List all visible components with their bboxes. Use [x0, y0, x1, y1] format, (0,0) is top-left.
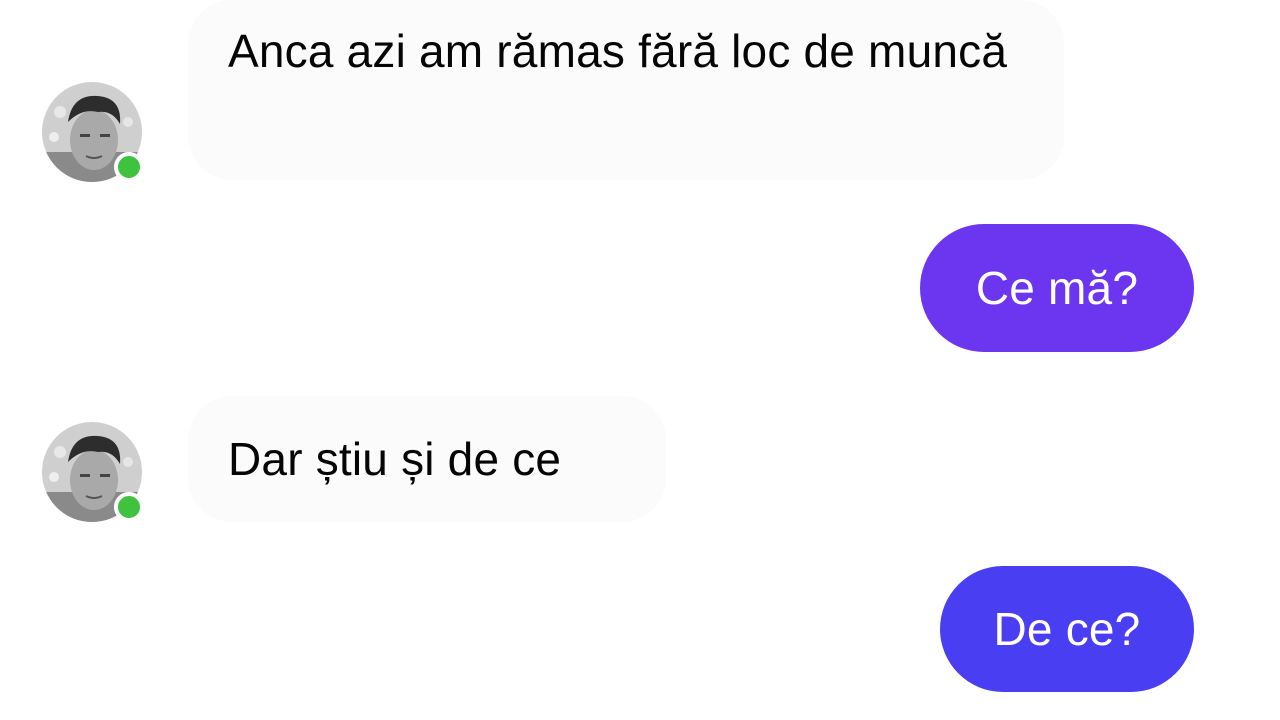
message-bubble-sent[interactable]: De ce?	[940, 566, 1194, 692]
message-text: Dar știu și de ce	[228, 433, 562, 485]
online-status-icon	[114, 492, 144, 522]
message-bubble-received[interactable]: Anca azi am rămas fără loc de muncă	[188, 0, 1064, 180]
contact-avatar[interactable]	[42, 422, 144, 522]
message-bubble-received[interactable]: Dar știu și de ce	[188, 396, 666, 522]
message-bubble-sent[interactable]: Ce mă?	[920, 224, 1194, 352]
chat-thread: Anca azi am rămas fără loc de muncă Ce m…	[0, 0, 1280, 720]
message-text: Anca azi am rămas fără loc de muncă	[228, 25, 1008, 77]
online-status-icon	[114, 152, 144, 182]
message-text: Ce mă?	[975, 262, 1139, 314]
contact-avatar[interactable]	[42, 82, 144, 182]
message-text: De ce?	[993, 603, 1141, 655]
